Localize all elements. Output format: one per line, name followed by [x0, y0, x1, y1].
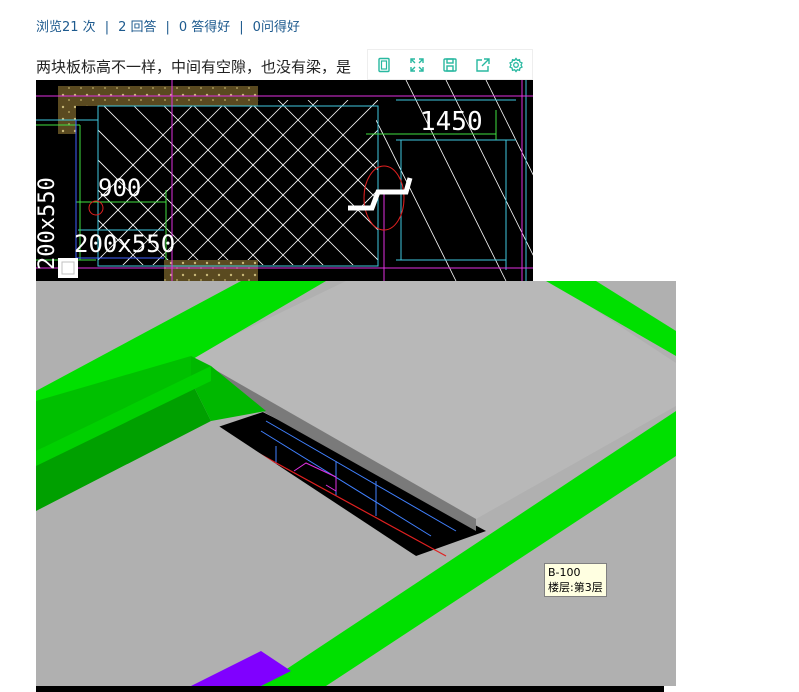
separator: |	[239, 20, 244, 35]
image-toolbar	[367, 49, 533, 80]
cad-drawing: 1450 900 200x550 200x550	[36, 80, 533, 281]
good-questions-count[interactable]: 0问得好	[253, 16, 300, 35]
frame-icon[interactable]	[368, 50, 401, 79]
tooltip-floor: 楼层:第3层	[548, 581, 603, 594]
dimension-1450: 1450	[420, 107, 483, 137]
dimension-900: 900	[98, 174, 141, 202]
3d-model-view	[36, 281, 676, 686]
tooltip-element-id: B-100	[548, 566, 581, 579]
cad-screenshot[interactable]: 1450 900 200x550 200x550	[36, 80, 533, 281]
save-icon[interactable]	[434, 50, 467, 79]
bottom-border	[36, 686, 664, 692]
separator: |	[104, 20, 110, 35]
3d-model-screenshot[interactable]	[36, 281, 676, 686]
question-stats: 浏览21 次 | 2 回答 | 0 答得好 | 0问得好	[36, 16, 300, 35]
separator: |	[165, 20, 170, 35]
question-text: 两块板标高不一样，中间有空隙，也没有梁，是	[36, 58, 352, 76]
settings-icon[interactable]	[499, 50, 532, 79]
element-tooltip: B-100 楼层:第3层	[544, 563, 607, 597]
beam-size-label-vertical: 200x550	[36, 177, 60, 270]
good-answers-count[interactable]: 0 答得好	[179, 16, 230, 35]
fullscreen-icon[interactable]	[401, 50, 434, 79]
share-icon[interactable]	[466, 50, 499, 79]
views-count[interactable]: 浏览21 次	[36, 16, 96, 35]
beam-size-label: 200x550	[74, 230, 175, 258]
answers-count[interactable]: 2 回答	[118, 16, 156, 35]
